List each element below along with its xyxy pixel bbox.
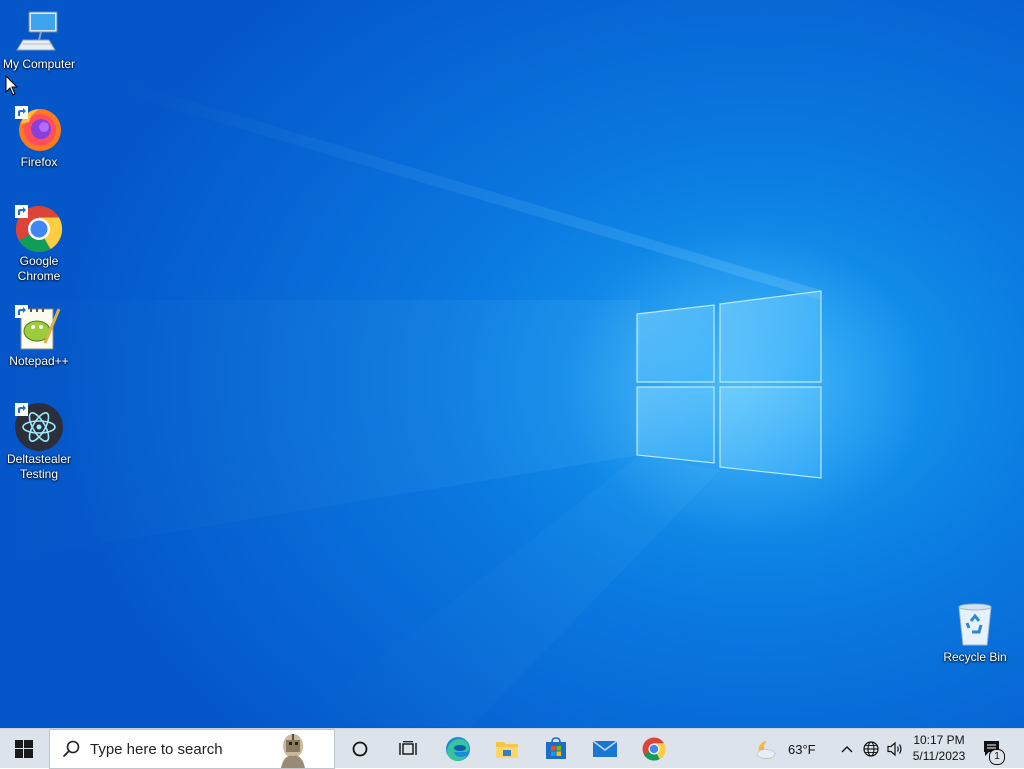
desktop-icon-label: Firefox [20,155,58,169]
search-highlight-illustration-icon [281,734,305,768]
network-globe-icon [863,741,879,757]
task-view-button[interactable] [385,729,431,769]
shortcut-arrow-icon [15,106,28,119]
clock-time: 10:17 PM [913,733,965,747]
recycle-bin-icon [958,603,992,646]
desktop-icon-deltastealer-testing[interactable]: Deltastealer Testing [1,403,77,482]
desktop-icon-google-chrome[interactable]: Google Chrome [1,205,77,284]
desktop-icon-label: Recycle Bin [943,650,1007,664]
taskbar-clock[interactable]: 10:17 PM 5/11/2023 [905,732,973,764]
weather-temperature: 63°F [788,741,816,757]
desktop-icon-label: My Computer [2,57,76,71]
desktop-icon-label: Deltastealer Testing [6,452,72,481]
desktop-icon-label: Google Chrome [17,254,61,283]
action-center-button[interactable]: 1 [978,729,1006,769]
network-button[interactable] [860,729,882,769]
desktop[interactable]: My Computer Firefox Google Chrome Notepa… [0,0,1024,728]
windows-start-icon [15,740,33,758]
taskbar-microsoft-store-button[interactable] [533,729,579,769]
wallpaper-windows-logo [0,80,822,728]
taskbar-file-explorer-button[interactable] [484,729,530,769]
desktop-icon-firefox[interactable]: Firefox [1,106,77,170]
cortana-icon [352,741,368,757]
computer-icon [16,11,58,51]
weather-widget[interactable]: 63°F [752,729,824,769]
search-icon [62,740,80,758]
show-hidden-icons-button[interactable] [836,729,858,769]
shortcut-arrow-icon [15,305,28,318]
task-view-icon [399,741,417,755]
mouse-cursor-icon [5,75,19,96]
taskbar-search-box[interactable]: Type here to search [49,729,335,769]
notification-count-badge: 1 [989,749,1005,765]
file-explorer-icon [496,742,518,758]
chrome-icon [642,737,666,761]
edge-icon [446,737,470,761]
volume-button[interactable] [884,729,906,769]
desktop-icon-notepad-plus-plus[interactable]: Notepad++ [1,305,77,369]
desktop-icon-my-computer[interactable]: My Computer [1,8,77,72]
taskbar: Type here to search 63°F 10:17 PM 5/11/2… [0,728,1024,769]
volume-icon [887,741,902,757]
search-placeholder: Type here to search [90,740,223,758]
cortana-button[interactable] [337,729,383,769]
start-button[interactable] [0,729,48,769]
desktop-icon-recycle-bin[interactable]: Recycle Bin [937,601,1013,665]
taskbar-chrome-button[interactable] [631,729,677,769]
weather-partly-cloudy-icon [756,741,776,759]
shortcut-arrow-icon [15,205,28,218]
shortcut-arrow-icon [15,403,28,416]
desktop-icon-label: Notepad++ [9,354,69,368]
microsoft-store-icon [546,737,566,759]
clock-date: 5/11/2023 [912,749,966,763]
mail-icon [592,740,618,757]
taskbar-mail-button[interactable] [582,729,628,769]
chevron-up-icon [841,746,853,753]
taskbar-edge-button[interactable] [435,729,481,769]
